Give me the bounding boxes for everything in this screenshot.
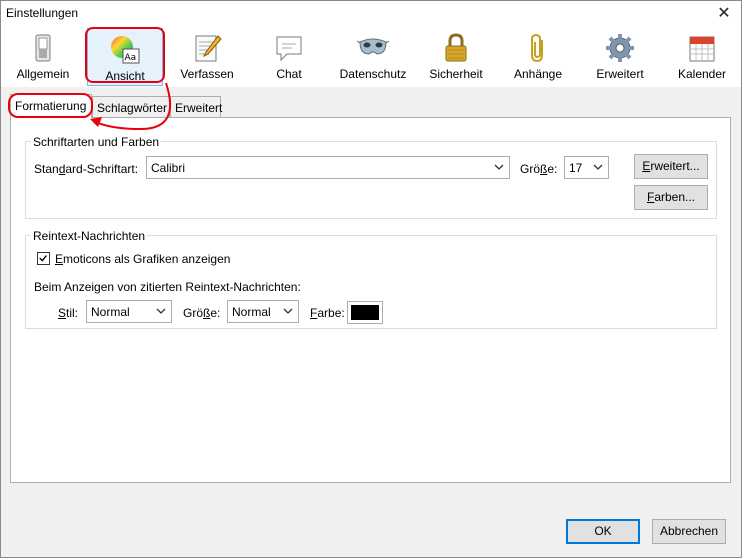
calendar-icon	[689, 36, 715, 62]
quote-style-select[interactable]: Normal	[86, 300, 172, 323]
toolbar-label: Erweitert	[596, 67, 644, 81]
select-value: 17	[569, 161, 583, 175]
toolbar-item-sicherheit[interactable]: Sicherheit	[419, 27, 493, 85]
select-value: Normal	[91, 305, 130, 319]
mask-icon	[357, 38, 389, 55]
checkmark-icon	[39, 255, 47, 262]
quote-color-picker[interactable]	[347, 301, 383, 324]
color-swatch	[351, 305, 379, 320]
formatting-panel: Schriftarten und Farben Standard-Schrift…	[10, 117, 731, 483]
tab-label: Erweitert	[175, 101, 223, 115]
emoticons-label: Emoticons als Grafiken anzeigen	[55, 252, 231, 266]
quote-color-label: Farbe:	[310, 306, 345, 320]
toolbar-label: Ansicht	[105, 69, 145, 83]
speech-bubble-icon	[276, 36, 302, 62]
category-toolbar: Allgemein Aa Ansicht Verfassen Chat Date…	[1, 27, 741, 87]
toolbar-label: Datenschutz	[339, 67, 407, 81]
close-button[interactable]: ✕	[707, 1, 741, 27]
paperclip-icon	[531, 33, 543, 63]
toolbar-label: Allgemein	[16, 67, 70, 81]
toolbar-label: Kalender	[677, 67, 727, 81]
select-value: Calibri	[151, 161, 186, 175]
svg-text:Aa: Aa	[125, 53, 137, 63]
quoted-heading: Beim Anzeigen von zitierten Reintext-Nac…	[34, 280, 301, 294]
toolbar-item-datenschutz[interactable]: Datenschutz	[331, 27, 415, 85]
colors-button[interactable]: Farben...	[634, 185, 708, 210]
font-size-label: Größe:	[520, 162, 558, 176]
standard-font-label: Standard-Schriftart:	[34, 162, 139, 176]
padlock-icon	[445, 33, 467, 62]
toolbar-item-chat[interactable]: Chat	[253, 27, 325, 85]
toolbar-item-verfassen[interactable]: Verfassen	[171, 27, 243, 85]
toolbar-item-kalender[interactable]: Kalender	[665, 27, 739, 85]
tab-schlagwoerter[interactable]: Schlagwörter	[92, 96, 170, 118]
tab-label: Schlagwörter	[97, 101, 168, 115]
quote-size-select[interactable]: Normal	[227, 300, 299, 323]
ok-button[interactable]: OK	[566, 519, 640, 544]
toolbar-label: Chat	[276, 67, 302, 81]
toolbar-item-erweitert[interactable]: Erweitert	[583, 27, 657, 85]
select-value: Normal	[232, 305, 271, 319]
toggle-switch-icon	[35, 34, 51, 62]
toolbar-label: Sicherheit	[429, 67, 483, 81]
tab-erweitert[interactable]: Erweitert	[170, 96, 223, 118]
toolbar-item-ansicht[interactable]: Aa Ansicht	[87, 28, 163, 86]
tab-label: Formatierung	[15, 99, 87, 113]
group-title: Reintext-Nachrichten	[31, 229, 148, 243]
style-label: Stil:	[58, 306, 79, 320]
group-title: Schriftarten und Farben	[31, 135, 162, 149]
cancel-button[interactable]: Abbrechen	[652, 519, 726, 544]
toolbar-item-anhaenge[interactable]: Anhänge	[501, 27, 575, 85]
notepad-pencil-icon	[195, 35, 222, 62]
standard-font-select[interactable]: Calibri	[146, 156, 510, 179]
chevron-down-icon	[593, 164, 603, 170]
tab-formatierung[interactable]: Formatierung	[10, 94, 92, 118]
fonts-colors-group	[25, 141, 717, 219]
tab-strip: Formatierung Schlagwörter Erweitert	[10, 94, 730, 118]
font-size-select[interactable]: 17	[564, 156, 609, 179]
advanced-fonts-button[interactable]: Erweitert...	[634, 154, 708, 179]
chevron-down-icon	[494, 164, 504, 170]
emoticons-checkbox[interactable]	[37, 252, 50, 265]
quote-size-label: Größe:	[183, 306, 221, 320]
chevron-down-icon	[283, 308, 293, 314]
toolbar-item-allgemein[interactable]: Allgemein	[7, 27, 79, 85]
chevron-down-icon	[156, 308, 166, 314]
settings-dialog: Einstellungen ✕ Allgemein Aa Ansicht Ver…	[0, 0, 742, 558]
window-title: Einstellungen	[6, 6, 79, 20]
color-palette-icon: Aa	[111, 36, 140, 64]
title-bar: Einstellungen ✕	[1, 1, 741, 27]
gear-icon	[606, 34, 634, 62]
toolbar-label: Anhänge	[513, 67, 563, 81]
toolbar-label: Verfassen	[180, 67, 234, 81]
